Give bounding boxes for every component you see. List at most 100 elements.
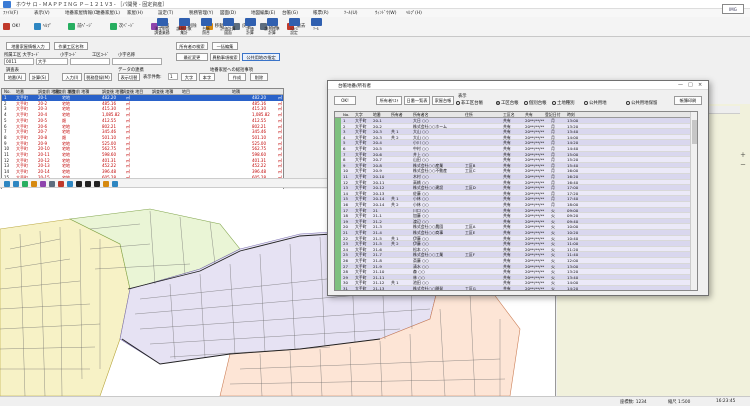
calc-button[interactable]: 計算(S) xyxy=(29,73,49,81)
map-tool-icon-5[interactable] xyxy=(49,181,55,187)
input-button[interactable]: 入力(I) xyxy=(62,73,82,81)
toolbar-big-button-7[interactable]: ﾂｰﾙ xyxy=(306,18,326,36)
house-ledger-button[interactable]: 家屋台帳 xyxy=(432,96,454,105)
display-radio-4[interactable]: 公共用地 xyxy=(584,100,607,106)
oaza-button[interactable]: 大字 xyxy=(181,73,197,81)
column-header[interactable]: 調査後 地目 xyxy=(122,89,143,95)
map-tool-icon-6[interactable] xyxy=(58,181,64,187)
column-header[interactable]: No. xyxy=(343,112,349,118)
grid-scrollbar[interactable] xyxy=(690,112,697,290)
display-radio-5[interactable]: 公共用地保留 xyxy=(626,100,657,106)
map-tool-icon-12[interactable] xyxy=(112,181,118,187)
table-row[interactable]: 31 大手町 21-13 株式会社○○開発 工区G 共有 20**/**/** 火 14:20 xyxy=(335,286,691,290)
column-header[interactable]: 所有者名 xyxy=(413,112,429,118)
menu-item-2[interactable]: 地番家屋情報(C) xyxy=(65,10,99,16)
close-icon[interactable]: × xyxy=(698,82,702,88)
owner-search-button[interactable]: 所有者の検索 xyxy=(176,42,208,50)
menu-item-11[interactable]: ﾂｰﾙ(U) xyxy=(344,10,358,16)
create-button[interactable]: 作成 xyxy=(228,73,246,81)
map-tool-icon-10[interactable] xyxy=(94,181,100,187)
map-tool-icon-9[interactable] xyxy=(85,181,91,187)
display-radio-0[interactable]: 非工区台帳 xyxy=(456,100,483,106)
column-header[interactable]: 住所 xyxy=(465,112,473,118)
maximize-icon[interactable]: □ xyxy=(688,82,693,88)
parcel-input-button[interactable]: 地番家屋情報入力 xyxy=(6,42,50,50)
bulk-edit-button[interactable]: 一括編集 xyxy=(212,42,238,50)
change-search-button[interactable]: 異動事項検索 xyxy=(210,53,240,61)
minimize-icon[interactable]: — xyxy=(678,82,683,88)
map-tool-icon-2[interactable] xyxy=(22,181,28,187)
work-area-button[interactable]: 作業工区名称 xyxy=(54,42,88,50)
display-count-field[interactable]: 1 xyxy=(168,73,178,80)
menu-item-13[interactable]: ﾍﾙﾌﾟ(H) xyxy=(406,10,422,16)
menu-item-9[interactable]: 台帳(G) xyxy=(282,10,298,16)
toolbar-button-3[interactable]: 次ﾍﾟｰｼﾞ xyxy=(109,20,137,33)
owner-grid: No. 大字 地番 所有者 所有者名 住所 工区名 共有 登記日付 時刻 1 大手町 20-1 大日 ○… xyxy=(334,111,698,291)
scrollbar-thumb[interactable] xyxy=(692,120,697,144)
column-header[interactable]: 地積 xyxy=(232,89,240,95)
owner-list-button[interactable]: 所有者ﾘｽﾄ xyxy=(376,96,402,105)
column-header[interactable]: 地目 xyxy=(182,89,190,95)
column-header[interactable]: 共有 xyxy=(525,112,533,118)
column-header[interactable]: 調査後 地積 xyxy=(152,89,173,95)
menu-item-6[interactable]: 税務管理(Y) xyxy=(189,10,213,16)
display-radio-2[interactable]: 個別台帳 xyxy=(524,100,547,106)
dialog-ok-button[interactable]: OK! xyxy=(334,96,356,105)
column-header[interactable]: 調査後 地番 xyxy=(102,89,123,95)
honji-button[interactable]: 本字 xyxy=(199,73,215,81)
delete-button[interactable]: 削除 xyxy=(250,73,268,81)
area-name-field[interactable]: 大手 xyxy=(36,58,68,65)
map-tool-icon-7[interactable] xyxy=(67,181,73,187)
toolbar-big-button-5[interactable]: 課税標準 計算 xyxy=(262,18,282,36)
column-header[interactable]: 地番 xyxy=(373,112,381,118)
toolbar-big-button-2[interactable]: 台帳 照合 xyxy=(196,18,216,36)
column-header[interactable]: 登記日付 xyxy=(545,112,561,118)
display-radio-1[interactable]: 工区台帳 xyxy=(496,100,519,106)
public-land-button[interactable]: 公共用地の指定 xyxy=(242,53,280,61)
window-title: ホウサ ロ - ＭＡＰＰＩＮＧ Ｐ－１２１Ｖ3 - ［パ開発 - 固定資産］ xyxy=(16,2,168,8)
toolbar-button-2[interactable]: 前ﾍﾟｰｼﾞ xyxy=(67,20,95,33)
column-header[interactable]: 大字 xyxy=(355,112,363,118)
column-header[interactable]: 地番 xyxy=(16,89,24,95)
recent-changes-button[interactable]: 最近変更 xyxy=(176,53,208,61)
display-toggle-button[interactable]: 表示切替 xyxy=(118,73,140,81)
toolbar-big-button-6[interactable]: ｼｽﾃﾑ 設定 xyxy=(284,18,304,36)
column-header[interactable]: 工区名 xyxy=(503,112,515,118)
map-tool-icon-11[interactable] xyxy=(103,181,109,187)
zoom-out-icon[interactable]: － xyxy=(740,160,746,169)
radio-label: 公共用地保留 xyxy=(631,101,658,106)
tax-register-button[interactable]: 税務登録(M) xyxy=(84,73,112,81)
toolbar-big-button-1[interactable]: 課税対象 集計 xyxy=(174,18,194,36)
column-header[interactable]: No. xyxy=(4,89,11,95)
toolbar-button-0[interactable]: OK! xyxy=(2,20,22,33)
chiban-list-button[interactable]: 日番一覧表 xyxy=(404,96,430,105)
toolbar-big-button-3[interactable]: 評価計算 図面 xyxy=(218,18,238,36)
menu-item-10[interactable]: 帳票(R) xyxy=(313,10,329,16)
zoom-in-icon[interactable]: ＋ xyxy=(740,150,746,159)
menu-item-1[interactable]: 表示(V) xyxy=(34,10,50,16)
menu-item-8[interactable]: 地図編集(E) xyxy=(251,10,275,16)
column-header[interactable]: 所有者 xyxy=(391,112,403,118)
print-ledger-button[interactable]: 帳簿印刷 xyxy=(674,96,702,105)
chiban-button[interactable]: 地番(A) xyxy=(4,73,26,81)
menu-item-3[interactable]: 地番家屋(L) xyxy=(96,10,120,16)
map-tool-icon-3[interactable] xyxy=(31,181,37,187)
menu-item-4[interactable]: 家屋(H) xyxy=(127,10,143,16)
display-radio-3[interactable]: 土地種別 xyxy=(552,100,575,106)
column-header[interactable]: 調査前 地積 xyxy=(68,89,89,95)
toolbar-button-1[interactable]: ﾍﾙﾌﾟ xyxy=(33,20,54,33)
map-tool-icon-0[interactable] xyxy=(4,181,10,187)
menu-item-0[interactable]: ﾌｧｲﾙ(F) xyxy=(3,10,18,16)
area-code-field[interactable]: 0011 xyxy=(4,58,34,65)
menu-item-12[interactable]: ｳｨﾝﾄﾞｳ(W) xyxy=(375,10,396,16)
sub-code-field[interactable] xyxy=(70,58,110,65)
map-tool-icon-1[interactable] xyxy=(13,181,19,187)
map-tool-icon-4[interactable] xyxy=(40,181,46,187)
toolbar-big-button-4[interactable]: 評価 計算 xyxy=(240,18,260,36)
sub-name-field[interactable] xyxy=(112,58,162,65)
menu-item-5[interactable]: 設定(T) xyxy=(158,10,173,16)
column-header[interactable]: 時刻 xyxy=(567,112,575,118)
menu-item-7[interactable]: 図面(D) xyxy=(220,10,236,16)
toolbar-big-button-0[interactable]: 法定申告 調査業務 xyxy=(152,18,172,36)
map-tool-icon-8[interactable] xyxy=(76,181,82,187)
